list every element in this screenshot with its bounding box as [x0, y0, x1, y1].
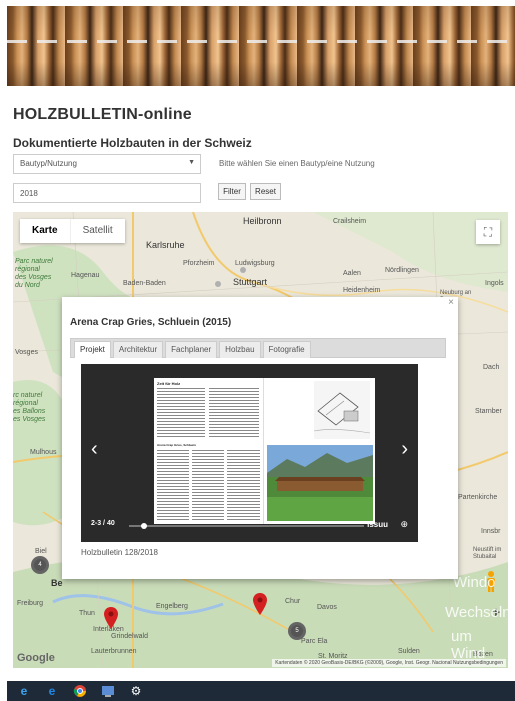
text-column — [209, 388, 259, 438]
close-icon[interactable]: × — [448, 297, 454, 308]
text-column — [227, 450, 260, 520]
section-title: Dokumentierte Holzbauten in der Schweiz — [13, 136, 252, 150]
map-label: Innsbr — [481, 528, 501, 535]
fullscreen-icon[interactable]: ⛶ — [476, 220, 500, 244]
year-input[interactable] — [13, 183, 201, 203]
map-label: Mulhous — [30, 449, 57, 456]
left-page-subheading: Arena Crap Gries, Schluein — [157, 443, 196, 447]
issuu-logo[interactable]: issuu — [367, 520, 388, 529]
map-label: Aalen — [343, 270, 361, 277]
edge-icon[interactable]: e — [17, 684, 31, 698]
text-column — [157, 388, 205, 438]
watermark-text: um Wind — [451, 628, 486, 662]
document-spread: Zeit für Holz Arena Crap Gries, Schluein — [154, 378, 375, 524]
map-label: Be — [51, 578, 63, 588]
map-label: Ingols — [485, 280, 504, 287]
tab-architektur[interactable]: Architektur — [112, 341, 164, 358]
watermark-text: Wechseln — [445, 604, 508, 621]
map-label: Karlsruhe — [146, 240, 185, 250]
info-window: × Arena Crap Gries, Schluein (2015) Proj… — [62, 297, 458, 579]
map-type-satellit[interactable]: Satellit — [69, 219, 125, 243]
zoom-icon[interactable]: ⊕ — [400, 519, 408, 530]
settings-icon[interactable]: ⚙ — [129, 684, 143, 698]
type-hint: Bitte wählen Sie einen Bautyp/eine Nutzu… — [219, 159, 375, 168]
cluster-marker[interactable]: 5 — [288, 622, 306, 640]
map-label: Starnber — [475, 408, 502, 415]
tab-holzbau[interactable]: Holzbau — [219, 341, 261, 358]
building-type-select[interactable]: Bautyp/Nutzung ▼ — [13, 154, 201, 174]
filter-button[interactable]: Filter — [218, 183, 246, 200]
chevron-down-icon: ▼ — [188, 159, 195, 166]
map-label: Biel — [35, 548, 47, 555]
map-label: Parc Ela — [301, 638, 328, 645]
cluster-marker[interactable]: 4 — [31, 556, 49, 574]
reset-button[interactable]: Reset — [250, 183, 281, 200]
map-label: Davos — [317, 604, 337, 611]
map-attribution[interactable]: Kartendaten © 2020 GeoBasis-DE/BKG (©200… — [272, 659, 506, 667]
issuu-viewer[interactable]: ‹ › Zeit für Holz Arena Crap Gries, Schl… — [81, 364, 418, 542]
map-label: Sulden — [398, 648, 420, 655]
left-page: Zeit für Holz Arena Crap Gries, Schluein — [154, 378, 264, 524]
popup-tabbar: Projekt Architektur Fachplaner Holzbau F… — [70, 338, 446, 358]
tab-fachplaner[interactable]: Fachplaner — [165, 341, 218, 358]
right-page — [264, 378, 375, 524]
site-plan-drawing — [314, 381, 370, 439]
site-title: HOLZBULLETIN-online — [13, 106, 192, 123]
stadium-photo — [267, 445, 373, 521]
page: HOLZBULLETIN-online Dokumentierte Holzba… — [0, 0, 515, 701]
map-label: Grindelwald — [111, 633, 148, 640]
map-label: Thun — [79, 610, 95, 617]
map-pin-icon[interactable] — [253, 593, 267, 615]
page-progress-bar[interactable] — [129, 523, 364, 529]
map-type-control: Karte Satellit — [20, 219, 125, 243]
map-label: Vosges — [15, 349, 38, 356]
map-label: rc naturel régional es Ballons es Vosges — [13, 392, 46, 423]
map-label: Baden-Baden — [123, 280, 166, 287]
map-type-karte[interactable]: Karte — [20, 219, 70, 243]
map-label: Heidenheim — [343, 287, 381, 294]
chrome-icon[interactable] — [73, 684, 87, 698]
map-pin-icon[interactable] — [104, 607, 118, 629]
map-label: Hagenau — [71, 272, 100, 279]
ie-icon[interactable]: e — [45, 684, 59, 698]
chevron-left-icon[interactable]: ‹ — [91, 438, 98, 461]
app-icon[interactable] — [101, 684, 115, 698]
map-label: Ludwigsburg — [235, 260, 275, 267]
chevron-right-icon[interactable]: › — [401, 438, 408, 461]
viewer-footer: 2-3 / 40 issuu ⊕ — [91, 519, 408, 532]
text-column — [192, 450, 224, 520]
popup-title: Arena Crap Gries, Schluein (2015) — [70, 317, 232, 328]
map-label: Parc naturel régional des Vosges du Nord — [15, 258, 53, 289]
tab-projekt[interactable]: Projekt — [74, 341, 111, 358]
page-counter: 2-3 / 40 — [91, 520, 115, 527]
map-label: Lauterbrunnen — [91, 648, 137, 655]
map-label: Crailsheim — [333, 218, 367, 225]
map-label: Neustift im Stubaital — [473, 547, 502, 560]
popup-caption: Holzbulletin 128/2018 — [81, 548, 158, 557]
select-value: Bautyp/Nutzung — [20, 159, 77, 168]
map-label: Stuttgart — [233, 277, 268, 287]
map-label: Chur — [285, 598, 301, 605]
watermark-text: Windo — [453, 574, 496, 591]
map-label: Freiburg — [17, 600, 44, 607]
map-label: Nördlingen — [385, 267, 419, 274]
map-label: Partenkirche — [458, 494, 498, 501]
progress-knob[interactable] — [140, 523, 147, 529]
text-column — [157, 450, 189, 520]
taskbar: e e ⚙ — [7, 681, 515, 701]
tab-fotografie[interactable]: Fotografie — [262, 341, 311, 358]
map-label: Heilbronn — [243, 216, 282, 226]
google-logo: Google — [17, 652, 55, 664]
map-label: Pforzheim — [183, 260, 215, 267]
map-label: Dach — [483, 364, 500, 371]
banner-shade — [7, 6, 515, 86]
header-banner — [7, 6, 515, 86]
left-page-heading: Zeit für Holz — [157, 381, 181, 386]
map-label: Engelberg — [156, 603, 188, 610]
